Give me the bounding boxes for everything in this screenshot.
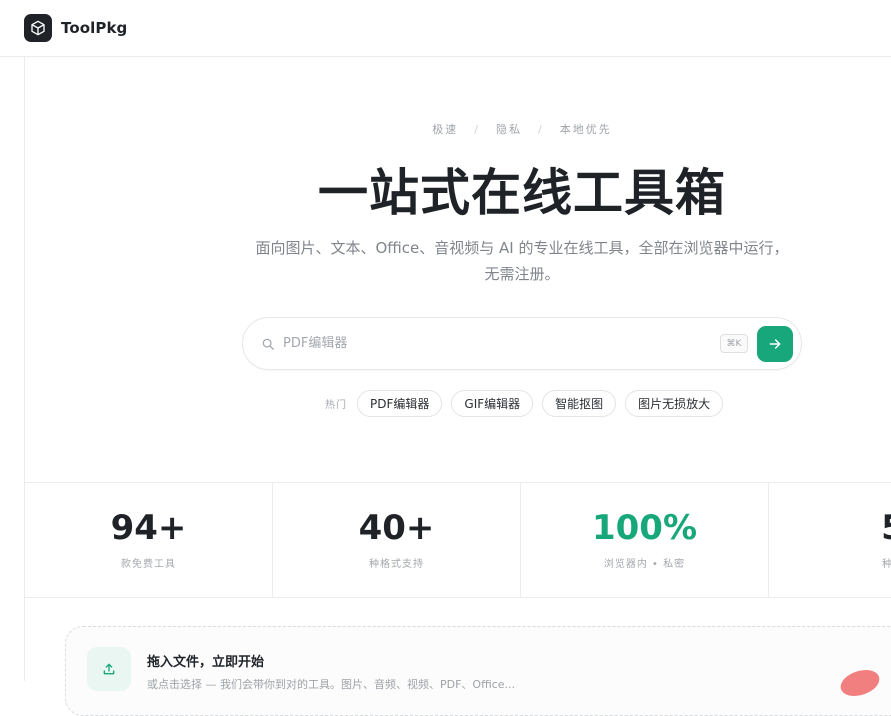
- eyebrow-item: 极速: [432, 123, 459, 136]
- search-input[interactable]: [283, 336, 720, 351]
- search-icon: [262, 338, 274, 350]
- decorative-blob: [837, 665, 883, 701]
- popular-tools: 热门 PDF编辑器 GIF编辑器 智能抠图 图片无损放大: [325, 390, 732, 417]
- top-navbar: ToolPkg: [0, 0, 891, 57]
- hero-eyebrow: 极速 / 隐私 / 本地优先: [25, 121, 891, 137]
- brand-name[interactable]: ToolPkg: [61, 19, 127, 37]
- upload-icon: [87, 647, 131, 691]
- popular-chip-smart-cutout[interactable]: 智能抠图: [542, 390, 617, 417]
- stat-label: 种格式支持: [369, 559, 424, 570]
- dropzone-description: 或点击选择 — 我们会带你到对的工具。图片、音频、视频、PDF、Office..…: [147, 678, 516, 691]
- stats-row: 94+ 款免费工具 40+ 种格式支持 100% 浏览器内 • 私密 5 种语: [25, 482, 891, 598]
- main-content: 极速 / 隐私 / 本地优先 一站式在线工具箱 面向图片、文本、Office、音…: [24, 57, 891, 716]
- stat-value: 5: [769, 507, 891, 549]
- eyebrow-item: 本地优先: [559, 123, 612, 136]
- stat-languages: 5 种语: [769, 483, 891, 598]
- box-icon[interactable]: [24, 14, 52, 42]
- arrow-right-icon: [769, 338, 781, 349]
- stat-label: 种语: [882, 559, 891, 570]
- eyebrow-item: 隐私: [496, 123, 522, 136]
- hero-title: 一站式在线工具箱: [318, 164, 726, 222]
- eyebrow-separator: /: [538, 122, 544, 136]
- popular-label: 热门: [325, 400, 347, 411]
- eyebrow-separator: /: [474, 122, 480, 136]
- file-dropzone[interactable]: 拖入文件，立即开始 或点击选择 — 我们会带你到对的工具。图片、音频、视频、PD…: [65, 626, 891, 716]
- stat-value: 100%: [591, 508, 698, 548]
- hero-subtitle: 面向图片、文本、Office、音视频与 AI 的专业在线工具，全部在浏览器中运行…: [255, 239, 789, 283]
- popular-chip-gif-editor[interactable]: GIF编辑器: [451, 390, 534, 417]
- stat-label: 款免费工具: [121, 559, 176, 570]
- stat-value: 94+: [110, 508, 187, 548]
- popular-chip-pdf-editor[interactable]: PDF编辑器: [357, 390, 443, 417]
- search-bar: ⌘K: [242, 317, 802, 370]
- stat-browser: 100% 浏览器内 • 私密: [521, 483, 769, 598]
- stat-tools: 94+ 款免费工具: [25, 483, 273, 598]
- shortcut-hint: ⌘K: [720, 334, 748, 353]
- dropzone-title: 拖入文件，立即开始: [147, 655, 265, 670]
- popular-chip-image-upscale[interactable]: 图片无损放大: [625, 390, 724, 417]
- stat-formats: 40+ 种格式支持: [273, 483, 521, 598]
- search-submit-button[interactable]: [757, 325, 793, 362]
- stat-label: 浏览器内 • 私密: [603, 559, 686, 570]
- stat-value: 40+: [358, 508, 435, 548]
